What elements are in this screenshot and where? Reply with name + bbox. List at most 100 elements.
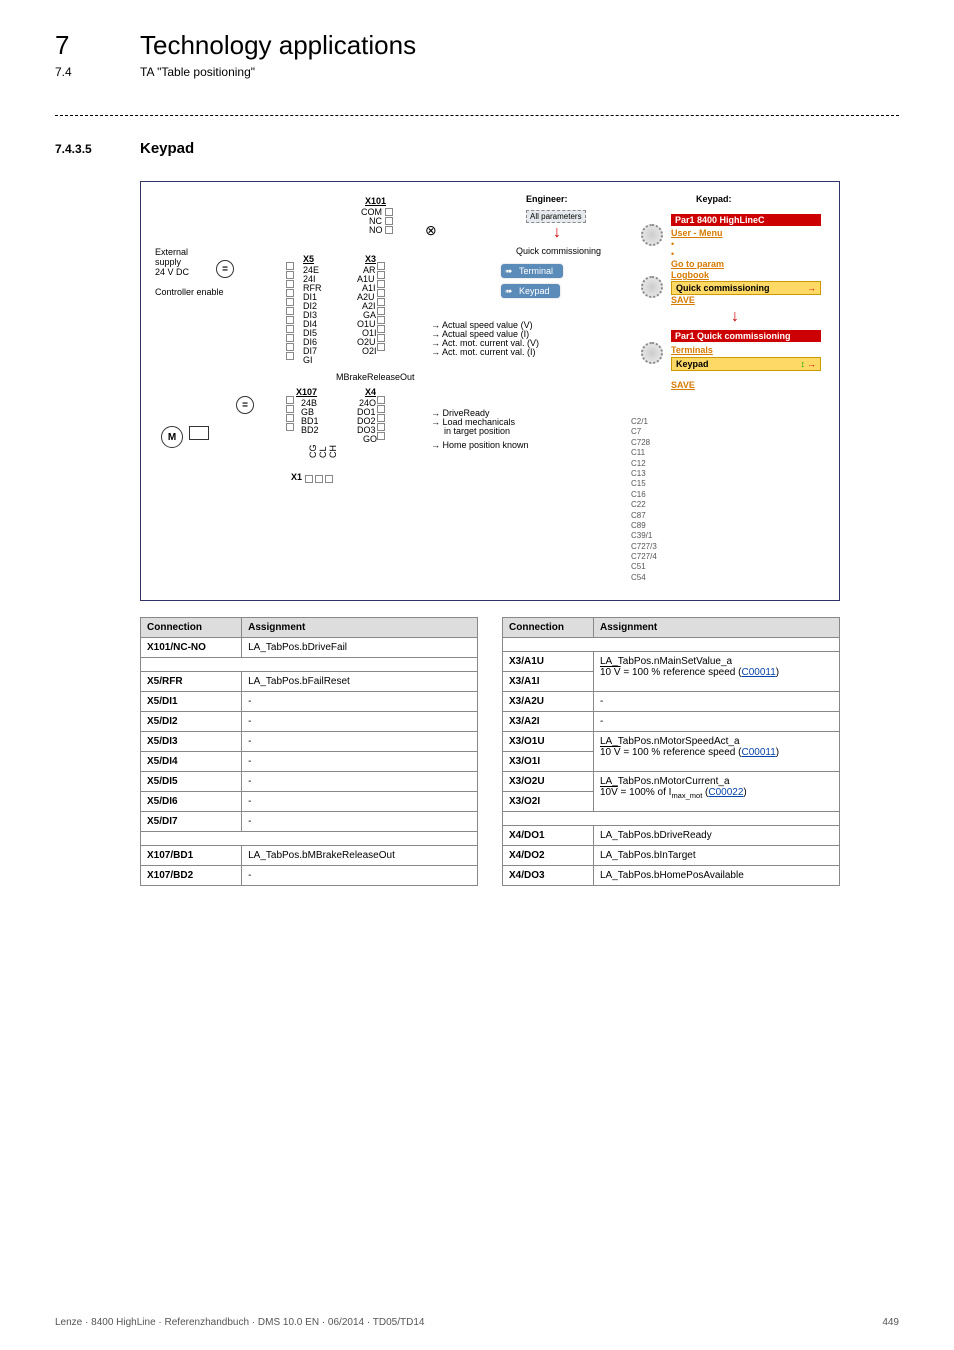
cell-connection: X3/O1U [503, 732, 594, 752]
terminal-icon [286, 423, 294, 431]
cell-connection: X5/DI4 [141, 752, 242, 772]
terminal-icon [377, 432, 385, 440]
cell-assignment: LA_TabPos.nMotorSpeedAct_a10 V = 100 % r… [593, 732, 839, 772]
left-connection-table: Connection Assignment X101/NC-NOLA_TabPo… [140, 617, 478, 886]
kp-quick-commissioning: Quick commissioning→ [671, 281, 821, 295]
chapter-title: Technology applications [140, 30, 416, 61]
kp-keypad-highlight: Keypad→↕ [671, 357, 821, 371]
x5-label: X5 [303, 254, 314, 264]
footer-page-number: 449 [882, 1317, 899, 1328]
chapter-number: 7 [55, 30, 140, 61]
table-row: X3/A1ULA_TabPos.nMainSetValue_a10 V = 10… [503, 652, 840, 672]
x4-label: X4 [365, 387, 376, 397]
terminal-icon [377, 423, 385, 431]
terminal-icon [315, 475, 323, 483]
terminal-icon [377, 343, 385, 351]
terminal-icon [286, 307, 294, 315]
terminal-icon [286, 262, 294, 270]
th-connection: Connection [141, 618, 242, 638]
code-item: C7 [631, 427, 657, 437]
table-row: X3/O1ULA_TabPos.nMotorSpeedAct_a10 V = 1… [503, 732, 840, 752]
cell-assignment: - [242, 812, 478, 832]
code-item: C727/4 [631, 552, 657, 562]
cell-connection: X101/NC-NO [141, 638, 242, 658]
kp-par1-quick: Par1 Quick commissioning [671, 330, 821, 342]
cell-assignment: - [242, 752, 478, 772]
cell-connection: X3/O1I [503, 752, 594, 772]
kp-logbook: Logbook [671, 270, 709, 280]
terminal-icon [286, 396, 294, 404]
wiring-diagram: Engineer: Keypad: All parameters ↓ Quick… [140, 181, 840, 601]
table-row: X107/BD1LA_TabPos.bMBrakeReleaseOut [141, 846, 478, 866]
cell-assignment: LA_TabPos.bDriveReady [593, 826, 839, 846]
cell-assignment: LA_TabPos.bHomePosAvailable [593, 866, 839, 886]
code-list: C2/1 C7 C728 C11 C12 C13 C15 C16 C22 C87… [631, 417, 657, 583]
keypad-pill: ➠Keypad [501, 284, 560, 298]
x5-gi: GI [303, 355, 313, 365]
mbrake-release-out: MBrakeReleaseOut [336, 372, 415, 382]
sig-home-pos: → Home position known [431, 440, 529, 450]
terminal-icon [377, 307, 385, 315]
section-num: 7.4 [55, 65, 140, 79]
terminal-icon [385, 226, 393, 234]
cell-assignment: - [242, 792, 478, 812]
table-row: X5/DI4- [141, 752, 478, 772]
kp-user-menu: User - Menu [671, 228, 723, 238]
cell-assignment: - [593, 712, 839, 732]
terminal-icon [286, 334, 294, 342]
cell-connection: X3/O2U [503, 772, 594, 792]
gear-icon [641, 224, 663, 246]
x101-no: NO [369, 225, 383, 235]
terminal-icon [286, 271, 294, 279]
kp-bullet-2: • [671, 249, 674, 259]
sig-text: Home position known [443, 440, 529, 450]
terminal-icon [286, 316, 294, 324]
terminal-icon [377, 289, 385, 297]
terminal-icon [286, 325, 294, 333]
cell-connection: X5/DI5 [141, 772, 242, 792]
code-item: C11 [631, 448, 657, 458]
code-item: C39/1 [631, 531, 657, 541]
terminal-icon [286, 405, 294, 413]
motor-icon: M [161, 426, 183, 448]
code-item: C12 [631, 459, 657, 469]
terminal-icon [377, 316, 385, 324]
section-title: TA "Table positioning" [140, 65, 255, 79]
keypad-label: Keypad: [696, 194, 732, 204]
terminal-icon [377, 262, 385, 270]
cell-connection: X3/A1U [503, 652, 594, 672]
table-row [503, 812, 840, 826]
cell-connection: X3/A2I [503, 712, 594, 732]
brake-icon [189, 426, 209, 440]
table-row: X101/NC-NOLA_TabPos.bDriveFail [141, 638, 478, 658]
cell-connection: X107/BD2 [141, 866, 242, 886]
cell-assignment: - [242, 692, 478, 712]
x107-bd2: BD2 [301, 425, 319, 435]
terminal-icon [286, 414, 294, 422]
terminal-icon [377, 414, 385, 422]
table-row [141, 832, 478, 846]
all-parameters-box: All parameters [526, 210, 586, 223]
cell-connection: X5/RFR [141, 672, 242, 692]
cell-assignment: LA_TabPos.nMotorCurrent_a10V = 100% of I… [593, 772, 839, 812]
code-item: C16 [631, 490, 657, 500]
code-item: C89 [631, 521, 657, 531]
cell-connection: X5/DI1 [141, 692, 242, 712]
table-row: X5/DI7- [141, 812, 478, 832]
section-heading-line: 7.4 TA "Table positioning" [55, 65, 899, 79]
terminal-icon [286, 298, 294, 306]
terminal-icon [377, 280, 385, 288]
kp-title-bar: Par1 8400 HighLineC [671, 214, 821, 226]
table-row: X5/DI3- [141, 732, 478, 752]
cell-connection: X3/O2I [503, 792, 594, 812]
code-item: C51 [631, 562, 657, 572]
terminal-icon [385, 208, 393, 216]
arrow-down-icon: ↓ [731, 308, 739, 326]
engineer-label: Engineer: [526, 194, 568, 204]
dashed-separator [55, 115, 899, 116]
kp-save: SAVE [671, 295, 695, 305]
cell-connection: X4/DO2 [503, 846, 594, 866]
footer-left: Lenze · 8400 HighLine · Referenzhandbuch… [55, 1317, 424, 1328]
x101-label: X101 [365, 196, 386, 206]
cell-assignment: LA_TabPos.bMBrakeReleaseOut [242, 846, 478, 866]
